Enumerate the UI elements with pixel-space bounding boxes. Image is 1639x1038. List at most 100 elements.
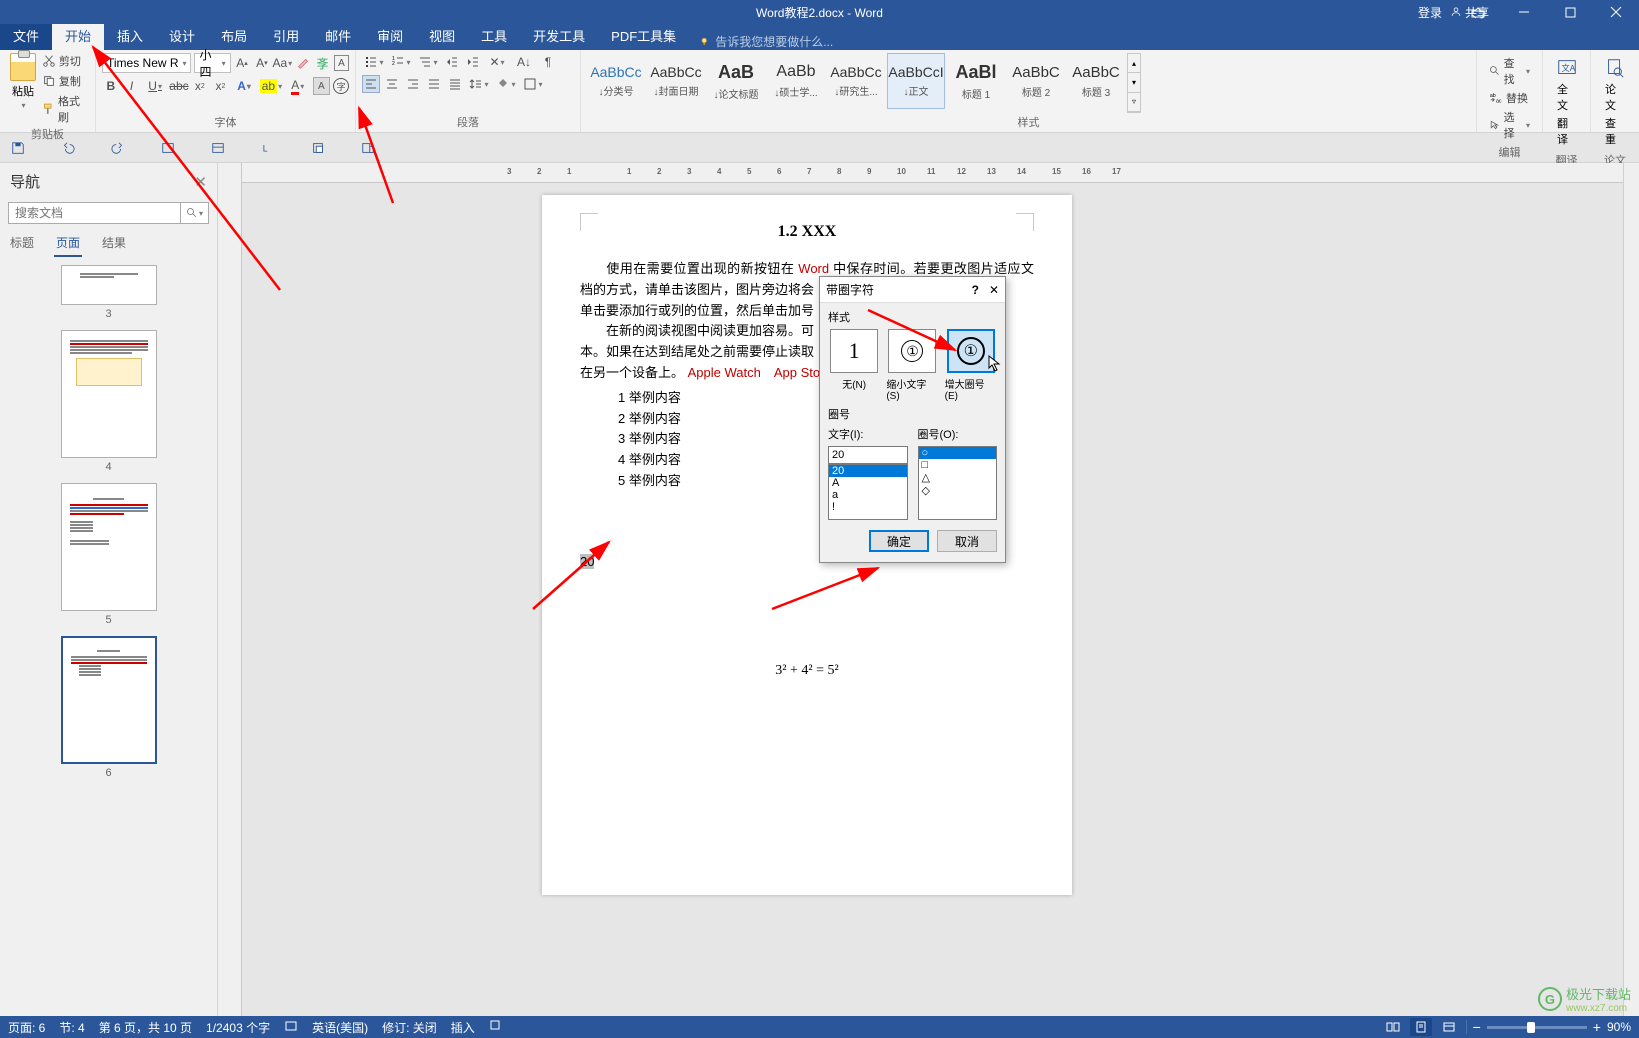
qat-icon-5[interactable]	[208, 138, 228, 158]
decrease-indent-icon[interactable]	[443, 53, 461, 71]
tab-tools[interactable]: 工具	[468, 21, 520, 50]
search-input[interactable]	[9, 203, 180, 223]
status-section[interactable]: 节: 4	[59, 1019, 84, 1036]
tab-insert[interactable]: 插入	[104, 21, 156, 50]
status-macro-icon[interactable]	[489, 1019, 501, 1036]
tab-pdf[interactable]: PDF工具集	[598, 21, 689, 50]
undo-icon[interactable]	[58, 138, 78, 158]
tab-review[interactable]: 审阅	[364, 21, 416, 50]
styles-scroll[interactable]: ▴▾▿	[1127, 53, 1141, 113]
styles-gallery[interactable]: AaBbCc↓分类号 AaBbCc↓封面日期 AaB↓论文标题 AaBb↓硕士学…	[587, 53, 1141, 113]
align-center-icon[interactable]	[383, 75, 401, 93]
view-web-icon[interactable]	[1438, 1018, 1460, 1036]
thumb-5[interactable]	[61, 483, 157, 611]
translate-button[interactable]: 文A 全文翻译	[1549, 53, 1584, 151]
search-icon[interactable]: ▾	[180, 203, 208, 223]
qat-icon-7[interactable]	[308, 138, 328, 158]
nav-tab-results[interactable]: 结果	[100, 230, 128, 257]
format-painter-button[interactable]: 格式刷	[42, 93, 89, 125]
vertical-scrollbar[interactable]	[1623, 163, 1639, 1016]
italic-button[interactable]: I	[123, 77, 141, 95]
page-thumbnails[interactable]: 3 4 5 6	[0, 257, 217, 1016]
replace-button[interactable]: abac替换	[1489, 90, 1530, 106]
align-distributed-icon[interactable]	[446, 75, 464, 93]
grow-font-icon[interactable]: A▴	[234, 54, 251, 72]
sort-button[interactable]: A↓	[512, 53, 536, 71]
paper-check-button[interactable]: 论文查重	[1597, 53, 1633, 151]
char-border-icon[interactable]: A	[334, 55, 349, 71]
status-pageof[interactable]: 第 6 页，共 10 页	[99, 1019, 192, 1036]
borders-button[interactable]: ▾	[521, 75, 545, 93]
tab-references[interactable]: 引用	[260, 21, 312, 50]
style-opt-none[interactable]: 1无(N)	[828, 329, 880, 402]
paste-button[interactable]: 粘贴 ▾	[6, 53, 40, 125]
find-button[interactable]: 查找▾	[1489, 55, 1530, 87]
numbering-button[interactable]: 12▾	[389, 53, 413, 71]
copy-button[interactable]: 复制	[42, 73, 89, 89]
status-insert[interactable]: 插入	[451, 1019, 475, 1036]
dialog-ok-button[interactable]: 确定	[869, 530, 929, 552]
subscript-button[interactable]: x2	[191, 77, 209, 95]
superscript-button[interactable]: x2	[212, 77, 230, 95]
zoom-value[interactable]: 90%	[1607, 1020, 1631, 1034]
tab-file[interactable]: 文件	[0, 21, 52, 50]
qat-icon-6[interactable]: L	[258, 138, 278, 158]
phonetic-guide-icon[interactable]: 斈	[314, 54, 331, 72]
underline-button[interactable]: U▾	[143, 77, 167, 95]
zoom-out-icon[interactable]: −	[1473, 1019, 1481, 1035]
bullets-button[interactable]: ▾	[362, 53, 386, 71]
tell-me-search[interactable]: 告诉我您想要做什么...	[699, 33, 833, 50]
cut-button[interactable]: 剪切	[42, 53, 89, 69]
font-color-button[interactable]: A▾	[286, 77, 310, 95]
enclose-text-list[interactable]: 20 A a !	[828, 464, 908, 520]
status-spellcheck-icon[interactable]	[284, 1019, 298, 1036]
qat-icon-4[interactable]	[158, 138, 178, 158]
font-family-combo[interactable]: Times New R▾	[102, 53, 191, 73]
zoom-slider[interactable]	[1487, 1026, 1587, 1029]
status-language[interactable]: 英语(美国)	[312, 1019, 368, 1036]
align-right-icon[interactable]	[404, 75, 422, 93]
shading-button[interactable]: ▾	[494, 75, 518, 93]
shrink-font-icon[interactable]: A▾	[253, 54, 270, 72]
multilevel-button[interactable]: ▾	[416, 53, 440, 71]
highlight-button[interactable]: ab▾	[259, 77, 283, 95]
tab-view[interactable]: 视图	[416, 21, 468, 50]
login-link[interactable]: 登录	[1418, 4, 1442, 21]
zoom-in-icon[interactable]: +	[1593, 1019, 1601, 1035]
clear-format-icon[interactable]	[294, 54, 311, 72]
enclose-text-input[interactable]	[828, 446, 908, 464]
status-words[interactable]: 1/2403 个字	[206, 1019, 270, 1036]
maximize-button[interactable]	[1547, 0, 1593, 24]
enclose-symbol-list[interactable]: ○ □ △ ◇	[918, 446, 998, 520]
show-marks-icon[interactable]: ¶	[539, 53, 557, 71]
nav-close-icon[interactable]: ✕	[194, 173, 207, 191]
font-size-combo[interactable]: 小四▾	[194, 53, 230, 73]
redo-icon[interactable]	[108, 138, 128, 158]
dialog-close-icon[interactable]: ✕	[989, 283, 999, 297]
save-icon[interactable]	[8, 138, 28, 158]
tab-home[interactable]: 开始	[52, 21, 104, 50]
ribbon-options-icon[interactable]	[1455, 0, 1501, 24]
dialog-cancel-button[interactable]: 取消	[937, 530, 997, 552]
enclose-char-button[interactable]: 字	[333, 78, 349, 94]
change-case-icon[interactable]: Aa▾	[273, 54, 291, 72]
text-effects-button[interactable]: A▾	[232, 77, 256, 95]
minimize-button[interactable]	[1501, 0, 1547, 24]
style-opt-shrink[interactable]: ①缩小文字(S)	[886, 329, 938, 402]
horizontal-ruler[interactable]: 321 123 456 789 101112 131415 1617	[242, 163, 1639, 183]
char-shading-icon[interactable]: A	[313, 77, 331, 95]
increase-indent-icon[interactable]	[464, 53, 482, 71]
thumb-4[interactable]	[61, 330, 157, 458]
line-spacing-button[interactable]: ▾	[467, 75, 491, 93]
nav-tab-headings[interactable]: 标题	[8, 230, 36, 257]
tab-mailings[interactable]: 邮件	[312, 21, 364, 50]
bold-button[interactable]: B	[102, 77, 120, 95]
nav-tab-pages[interactable]: 页面	[54, 230, 82, 257]
strike-button[interactable]: abc	[170, 77, 188, 95]
thumb-6[interactable]	[61, 636, 157, 764]
nav-search[interactable]: ▾	[8, 202, 209, 224]
select-button[interactable]: 选择▾	[1489, 109, 1530, 141]
asian-layout-button[interactable]: ✕▾	[485, 53, 509, 71]
tab-developer[interactable]: 开发工具	[520, 21, 598, 50]
vertical-ruler[interactable]	[218, 163, 242, 1016]
